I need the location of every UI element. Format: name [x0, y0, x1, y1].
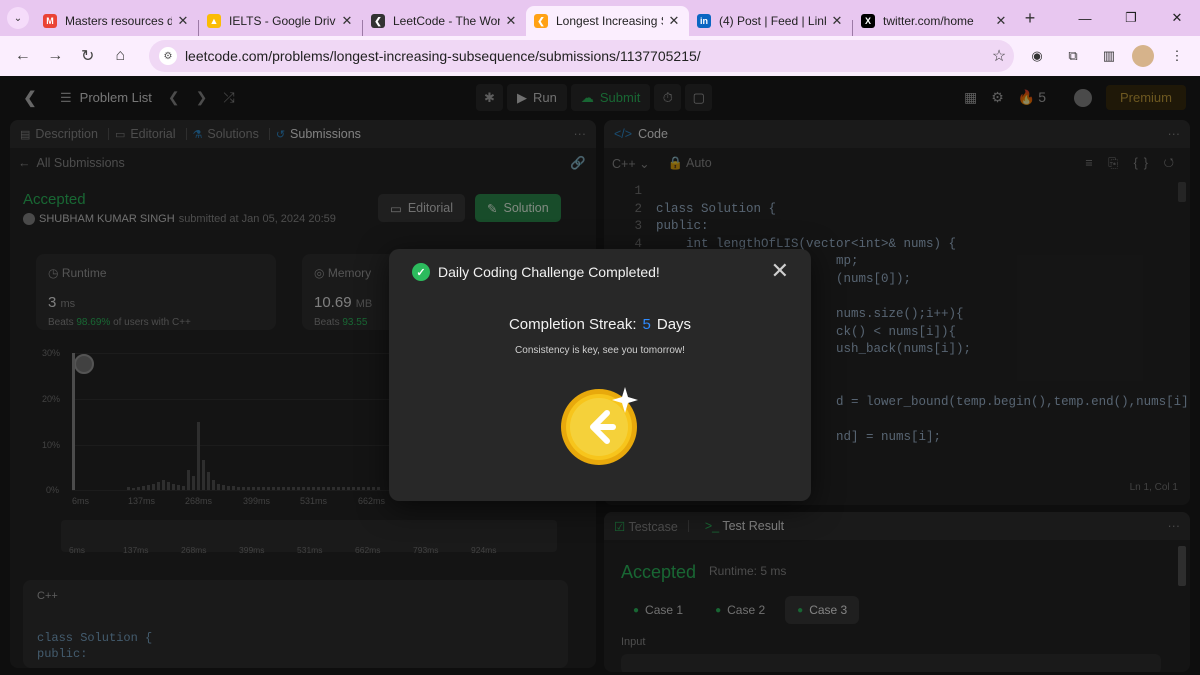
minimize-icon[interactable]: —: [1062, 0, 1108, 36]
streak-unit: Days: [656, 316, 692, 333]
close-tab-icon[interactable]: ✕: [504, 13, 518, 29]
browser-tab[interactable]: ❮ LeetCode - The World ✕: [363, 6, 526, 36]
tab-title: IELTS - Google Drive: [229, 14, 336, 28]
profile-avatar[interactable]: [1132, 45, 1154, 67]
browser-tab[interactable]: Xtwitter.com/home ✕: [853, 6, 1016, 36]
menu-icon[interactable]: ⋮: [1164, 43, 1190, 69]
gmail-icon: M: [43, 14, 57, 28]
side-panel-icon[interactable]: ▥: [1096, 43, 1122, 69]
screenshot-icon[interactable]: ◉: [1024, 43, 1050, 69]
url-field[interactable]: ⚙ leetcode.com/problems/longest-increasi…: [148, 40, 1014, 72]
streak-line: Completion Streak: 5 Days: [389, 316, 811, 333]
streak-value: 5: [642, 316, 651, 333]
google-drive-icon: ▲: [207, 14, 221, 28]
close-window-icon[interactable]: ✕: [1154, 0, 1200, 36]
tab-title: Masters resources dri: [65, 14, 172, 28]
close-icon[interactable]: ✕: [771, 260, 789, 282]
close-tab-icon[interactable]: ✕: [994, 13, 1008, 29]
extensions-icon[interactable]: ⧉: [1060, 43, 1086, 69]
address-bar: ← → ↻ ⌂ ⚙ leetcode.com/problems/longest-…: [0, 36, 1200, 76]
reload-icon[interactable]: ↻: [73, 41, 102, 71]
home-icon[interactable]: ⌂: [105, 41, 134, 71]
linkedin-icon: in: [697, 14, 711, 28]
streak-label: Completion Streak:: [508, 316, 637, 333]
check-circle-icon: ✓: [412, 263, 430, 281]
forward-icon[interactable]: →: [40, 41, 69, 71]
tab-title: twitter.com/home: [883, 14, 974, 28]
tab-title: LeetCode - The World: [393, 14, 500, 28]
site-info-icon[interactable]: ⚙: [158, 47, 177, 65]
bookmark-star-icon[interactable]: ☆: [984, 46, 1014, 66]
modal-title: Daily Coding Challenge Completed!: [438, 264, 660, 280]
close-tab-icon[interactable]: ✕: [176, 13, 190, 29]
browser-tab[interactable]: in (4) Post | Feed | Linke ✕: [689, 6, 852, 36]
browser-tab[interactable]: ❮ Longest Increasing Su ✕: [526, 6, 689, 36]
browser-tab[interactable]: ▲ IELTS - Google Drive ✕: [199, 6, 362, 36]
leetcode-icon: ❮: [534, 14, 548, 28]
back-icon[interactable]: ←: [8, 41, 37, 71]
new-tab-button[interactable]: +: [1018, 8, 1042, 29]
url-text: leetcode.com/problems/longest-increasing…: [184, 48, 701, 64]
x-icon: X: [861, 14, 875, 28]
browser-tab[interactable]: M Masters resources dri ✕: [35, 6, 198, 36]
close-tab-icon[interactable]: ✕: [340, 13, 354, 29]
tab-title: Longest Increasing Su: [556, 14, 663, 28]
leetcode-icon: ❮: [371, 14, 385, 28]
browser-tab-bar: ⌄ M Masters resources dri ✕ ▲ IELTS - Google…: [0, 0, 1200, 36]
tab-search-icon[interactable]: ⌄: [7, 7, 29, 29]
tab-title: (4) Post | Feed | Linke: [719, 14, 826, 28]
daily-challenge-modal: ✓ Daily Coding Challenge Completed! ✕ Co…: [389, 249, 811, 501]
close-tab-icon[interactable]: ✕: [830, 13, 844, 29]
leetcode-coin-icon: [561, 387, 638, 465]
modal-subtitle: Consistency is key, see you tomorrow!: [515, 345, 685, 356]
restore-icon[interactable]: ❐: [1108, 0, 1154, 36]
close-tab-icon[interactable]: ✕: [667, 13, 681, 29]
